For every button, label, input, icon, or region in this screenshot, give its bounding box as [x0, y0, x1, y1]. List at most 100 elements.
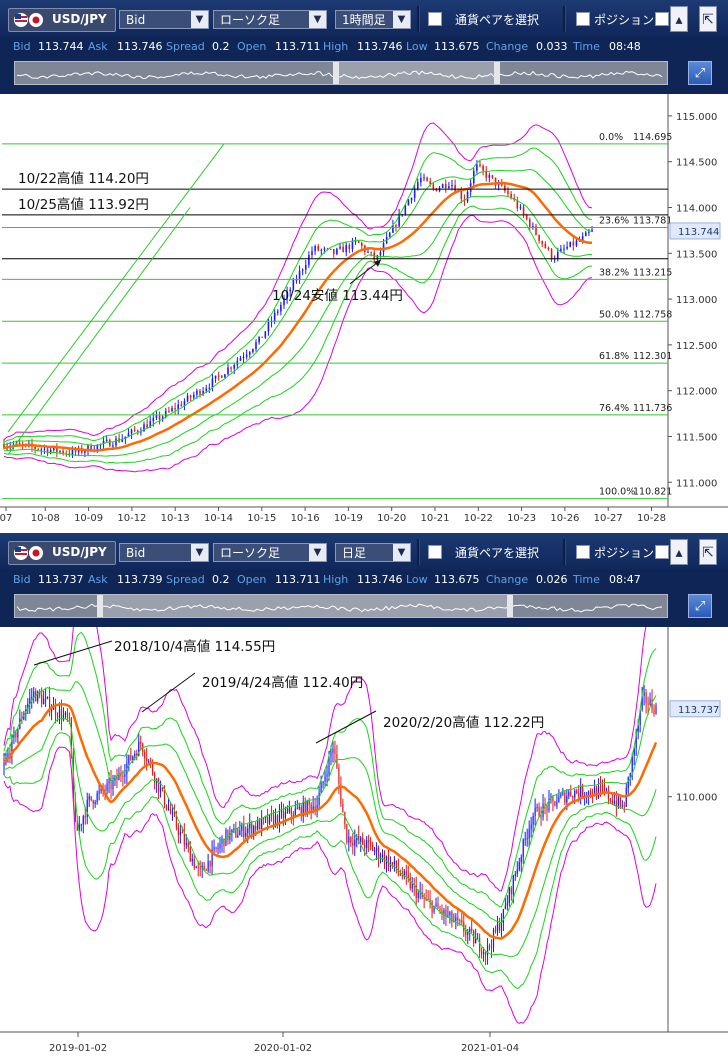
- candle: [298, 806, 300, 809]
- candle: [342, 803, 344, 813]
- annotation-label: 10/25高値 113.92円: [18, 196, 149, 213]
- price-type-select[interactable]: Bid ▼: [119, 10, 209, 29]
- annotation-label: 2019/4/24高値 112.40円: [202, 674, 363, 691]
- expand-icon[interactable]: ⇱: [699, 6, 717, 32]
- candle: [366, 839, 368, 849]
- candle: [152, 417, 155, 422]
- candle: [266, 817, 269, 824]
- x-tick-label: 2019-01-02: [49, 1043, 107, 1054]
- high-value: 113.746: [357, 573, 403, 586]
- position-checkbox[interactable]: [576, 545, 590, 559]
- position-checkbox[interactable]: [576, 12, 590, 26]
- range-navigator[interactable]: [14, 61, 668, 85]
- fib-percent-label: 50.0%: [599, 309, 629, 320]
- hourly-candlestick-chart[interactable]: 115.000 114.500 114.000 113.500 113.000 112.5…: [0, 94, 728, 527]
- candle: [186, 395, 189, 402]
- chart-toolbar: USD/JPY Bid ▼ ローソク足 ▼ 日足 ▼ 通貨ペアを選択 ポジション…: [0, 533, 728, 571]
- pair-select-checkbox[interactable]: [428, 545, 442, 559]
- chart-type-select[interactable]: ローソク足 ▼: [213, 543, 327, 562]
- candle: [155, 415, 158, 418]
- currency-pair-selector[interactable]: USD/JPY: [8, 541, 116, 565]
- candle: [580, 785, 582, 797]
- candle: [417, 892, 419, 899]
- chevron-down-icon[interactable]: ▼: [191, 11, 208, 28]
- change-label: Change: [486, 573, 529, 586]
- candle: [311, 251, 313, 256]
- spread-value: 0.2: [212, 40, 230, 53]
- candle: [516, 869, 518, 875]
- candle: [601, 786, 604, 788]
- candle: [199, 390, 201, 395]
- ask-label: Ask: [88, 40, 108, 53]
- candle: [80, 824, 82, 826]
- daily-candlestick-chart[interactable]: 110.000 2019-01-02 2020-01-02 2021-01-04 201…: [0, 627, 728, 1064]
- candle: [627, 777, 629, 788]
- candle: [177, 827, 179, 835]
- expand-icon[interactable]: ⇱: [699, 539, 717, 565]
- pair-select-checkbox[interactable]: [428, 12, 442, 26]
- navigator-preview[interactable]: [15, 595, 667, 617]
- zoom-toggle-icon[interactable]: ⤢: [688, 594, 712, 618]
- fib-value-label: 112.758: [633, 309, 672, 320]
- candle: [354, 839, 356, 846]
- candle: [209, 860, 211, 867]
- candle: [467, 932, 469, 935]
- candle: [217, 848, 219, 850]
- candle: [588, 231, 590, 233]
- candle: [404, 205, 407, 215]
- candle: [576, 790, 578, 794]
- candle: [391, 862, 394, 865]
- candle: [230, 367, 232, 369]
- open-value: 113.711: [275, 573, 321, 586]
- candle: [416, 182, 419, 189]
- annotation-label: 10/24安値 113.44円: [272, 288, 403, 304]
- chevron-down-icon[interactable]: ▼: [309, 11, 326, 28]
- candle: [122, 776, 124, 778]
- candle: [584, 232, 587, 237]
- candle: [128, 755, 130, 764]
- chevron-down-icon[interactable]: ▼: [309, 544, 326, 561]
- candle: [205, 388, 208, 391]
- toolbar-checkbox[interactable]: [655, 12, 669, 26]
- candle: [372, 845, 374, 852]
- chevron-down-icon[interactable]: ▼: [393, 544, 410, 561]
- low-label: Low: [406, 573, 428, 586]
- x-tick-label: 10-08: [31, 513, 60, 524]
- chevron-down-icon[interactable]: ▼: [191, 544, 208, 561]
- zoom-toggle-icon[interactable]: ⤢: [688, 61, 712, 85]
- candle: [522, 207, 525, 215]
- candle: [84, 816, 86, 818]
- x-tick-label: 10-19: [334, 513, 363, 524]
- candle: [197, 866, 199, 868]
- scroll-up-icon[interactable]: ▴: [670, 539, 688, 565]
- toolbar-checkbox[interactable]: [655, 545, 669, 559]
- candle: [148, 760, 150, 762]
- candle: [294, 808, 296, 817]
- timeframe-select[interactable]: 1時間足 ▼: [335, 10, 411, 29]
- candle: [558, 796, 560, 803]
- chart-type-select[interactable]: ローソク足 ▼: [213, 10, 327, 29]
- range-navigator[interactable]: [14, 594, 668, 618]
- timeframe-select[interactable]: 日足 ▼: [335, 543, 411, 562]
- chart-toolbar: USD/JPY Bid ▼ ローソク足 ▼ 1時間足 ▼ 通貨ペアを選択 ポジシ…: [0, 0, 728, 38]
- ask-value: 113.746: [117, 40, 163, 53]
- candle: [171, 811, 174, 814]
- y-tick-label: 114.500: [676, 158, 717, 169]
- fib-value-label: 110.821: [633, 487, 672, 498]
- scroll-up-icon[interactable]: ▴: [670, 6, 688, 32]
- candle: [379, 252, 382, 256]
- candle: [346, 824, 348, 843]
- navigator-preview[interactable]: [15, 62, 667, 84]
- time-label: Time: [573, 40, 600, 53]
- candle: [280, 810, 283, 812]
- chevron-down-icon[interactable]: ▼: [393, 11, 410, 28]
- price-type-select[interactable]: Bid ▼: [119, 543, 209, 562]
- candle: [261, 817, 263, 830]
- candle: [388, 232, 391, 238]
- candle: [619, 797, 621, 807]
- currency-pair-selector[interactable]: USD/JPY: [8, 8, 116, 32]
- candle: [136, 430, 139, 432]
- candle: [314, 246, 316, 252]
- pair-label: USD/JPY: [52, 545, 107, 559]
- candle: [368, 839, 370, 842]
